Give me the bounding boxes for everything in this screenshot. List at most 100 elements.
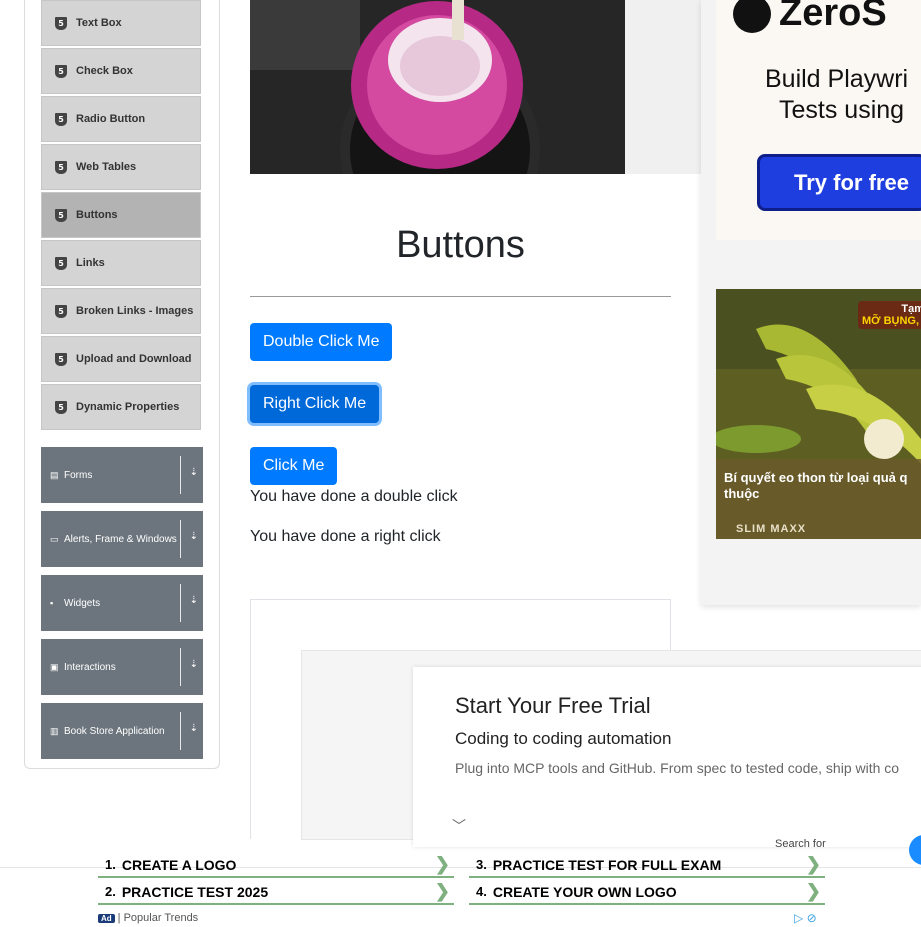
- title-divider: [250, 296, 671, 297]
- download-arrow-icon: ⇣: [189, 723, 198, 734]
- html5-icon: 5: [55, 64, 67, 78]
- right-click-button[interactable]: Right Click Me: [250, 385, 380, 423]
- logo-text: ZeroS: [779, 0, 887, 34]
- html5-icon: 5: [55, 160, 67, 174]
- sidebar-item-label: Radio Button: [76, 113, 146, 125]
- sidebar-item-label: Dynamic Properties: [76, 401, 180, 413]
- search-for-label: Search for: [775, 838, 826, 850]
- group-alerts[interactable]: ▭ Alerts, Frame & Windows ⇣: [41, 511, 203, 567]
- divider: [180, 520, 181, 558]
- ad-link-number: 4.: [476, 884, 487, 899]
- banner-image[interactable]: [250, 0, 625, 174]
- promo-tag: Tạm MỠ BỤNG,: [858, 301, 921, 329]
- menu-list: 5 Text Box 5 Check Box 5 Radio Button 5 Web …: [41, 0, 201, 432]
- promo-tag-line2: MỠ BỤNG,: [862, 315, 920, 327]
- divider: [180, 456, 181, 494]
- ad-link-2[interactable]: 2. PRACTICE TEST 2025 ❯: [98, 880, 454, 905]
- group-forms[interactable]: ▤ Forms ⇣: [41, 447, 203, 503]
- group-widgets[interactable]: ▪ Widgets ⇣: [41, 575, 203, 631]
- chevron-right-icon: ❯: [434, 854, 450, 874]
- sidebar-item-label: Check Box: [76, 65, 133, 77]
- double-click-message: You have done a double click: [250, 488, 458, 505]
- ad-link-text: PRACTICE TEST FOR FULL EXAM: [492, 856, 722, 873]
- download-arrow-icon: ⇣: [189, 531, 198, 542]
- trial-subtitle: Coding to coding automation: [455, 729, 672, 748]
- page: 5 Text Box 5 Check Box 5 Radio Button 5 Web …: [0, 0, 921, 927]
- sidebar-item-broken-links[interactable]: 5 Broken Links - Images: [41, 288, 201, 334]
- ad-link-1[interactable]: 1. CREATE A LOGO ❯: [98, 853, 454, 878]
- html5-icon: 5: [55, 208, 67, 222]
- divider: [180, 584, 181, 622]
- right-click-message: You have done a right click: [250, 528, 441, 545]
- html5-icon: 5: [55, 304, 67, 318]
- ad-headline-2: Tests using: [779, 96, 905, 124]
- double-click-button[interactable]: Double Click Me: [250, 323, 393, 361]
- zerostep-logo: ZeroS: [733, 0, 887, 35]
- ad-link-3[interactable]: 3. PRACTICE TEST FOR FULL EXAM ❯: [469, 853, 825, 878]
- adchoices-icon[interactable]: ▷ ⊘: [794, 911, 817, 925]
- interaction-icon: ▣: [50, 661, 59, 672]
- html5-icon: 5: [55, 16, 67, 30]
- ad-link-text: PRACTICE TEST 2025: [121, 883, 269, 900]
- banner-filler: [625, 0, 701, 174]
- ad-footer-text[interactable]: | Popular Trends: [118, 912, 199, 924]
- ad-link-4[interactable]: 4. CREATE YOUR OWN LOGO ❯: [469, 880, 825, 905]
- trial-title: Start Your Free Trial: [455, 693, 651, 718]
- banana-ad-brand: SLIM MAXX: [736, 523, 807, 535]
- divider: [180, 712, 181, 750]
- sidebar-item-links[interactable]: 5 Links: [41, 240, 201, 286]
- sidebar-item-upload-download[interactable]: 5 Upload and Download: [41, 336, 201, 382]
- book-icon: ▥: [50, 725, 59, 736]
- logo-mark-icon: [733, 0, 771, 33]
- group-book-store[interactable]: ▥ Book Store Application ⇣: [41, 703, 203, 759]
- promo-tag-line1: Tạm: [901, 303, 921, 315]
- download-arrow-icon: ⇣: [189, 467, 198, 478]
- chevron-right-icon: ❯: [805, 854, 821, 874]
- click-button[interactable]: Click Me: [250, 447, 338, 485]
- onion-image: [250, 0, 625, 174]
- window-icon: ▭: [50, 533, 59, 544]
- html5-icon: 5: [55, 256, 67, 270]
- download-arrow-icon: ⇣: [189, 595, 198, 606]
- sidebar-item-label: Broken Links - Images: [76, 305, 194, 317]
- grid-icon: ▪: [50, 598, 54, 608]
- sidebar-item-label: Web Tables: [76, 161, 137, 173]
- group-label: Widgets: [64, 597, 101, 609]
- group-label: Book Store Application: [64, 725, 165, 737]
- group-label: Interactions: [64, 661, 116, 673]
- ad-headline-1: Build Playwri: [765, 65, 909, 93]
- ad-footer: Ad | Popular Trends: [98, 912, 198, 924]
- sidebar-item-label: Text Box: [76, 17, 122, 29]
- download-arrow-icon: ⇣: [189, 659, 198, 670]
- chevron-down-icon[interactable]: ﹀: [452, 816, 466, 836]
- sidebar-item-label: Upload and Download: [76, 353, 192, 365]
- ad-link-text: CREATE YOUR OWN LOGO: [492, 883, 677, 900]
- html5-icon: 5: [55, 352, 67, 366]
- banana-ad-text[interactable]: Bí quyết eo thon từ loại quả q thuộc: [724, 470, 921, 502]
- sidebar-item-text-box[interactable]: 5 Text Box: [41, 0, 201, 46]
- sidebar-item-radio-button[interactable]: 5 Radio Button: [41, 96, 201, 142]
- sidebar-item-dynamic-properties[interactable]: 5 Dynamic Properties: [41, 384, 201, 430]
- ad-badge: Ad: [98, 913, 115, 923]
- sidebar-item-label: Links: [76, 257, 105, 269]
- ad-link-number: 3.: [476, 857, 487, 872]
- form-icon: ▤: [50, 469, 59, 480]
- trial-body: Plug into MCP tools and GitHub. From spe…: [455, 760, 900, 776]
- sidebar-item-web-tables[interactable]: 5 Web Tables: [41, 144, 201, 190]
- divider: [180, 648, 181, 686]
- ad-link-number: 1.: [105, 857, 116, 872]
- html5-icon: 5: [55, 112, 67, 126]
- sidebar-item-label: Buttons: [76, 209, 118, 221]
- ad-link-number: 2.: [105, 884, 116, 899]
- try-free-button[interactable]: Try for free: [757, 154, 921, 211]
- sidebar-item-buttons[interactable]: 5 Buttons: [41, 192, 201, 238]
- chevron-right-icon: ❯: [434, 881, 450, 901]
- page-title: Buttons: [396, 224, 525, 266]
- group-label: Alerts, Frame & Windows: [64, 533, 177, 545]
- group-label: Forms: [64, 469, 93, 481]
- html5-icon: 5: [55, 400, 67, 414]
- ad-link-text: CREATE A LOGO: [121, 856, 237, 873]
- chevron-right-icon: ❯: [805, 881, 821, 901]
- sidebar-item-check-box[interactable]: 5 Check Box: [41, 48, 201, 94]
- group-interactions[interactable]: ▣ Interactions ⇣: [41, 639, 203, 695]
